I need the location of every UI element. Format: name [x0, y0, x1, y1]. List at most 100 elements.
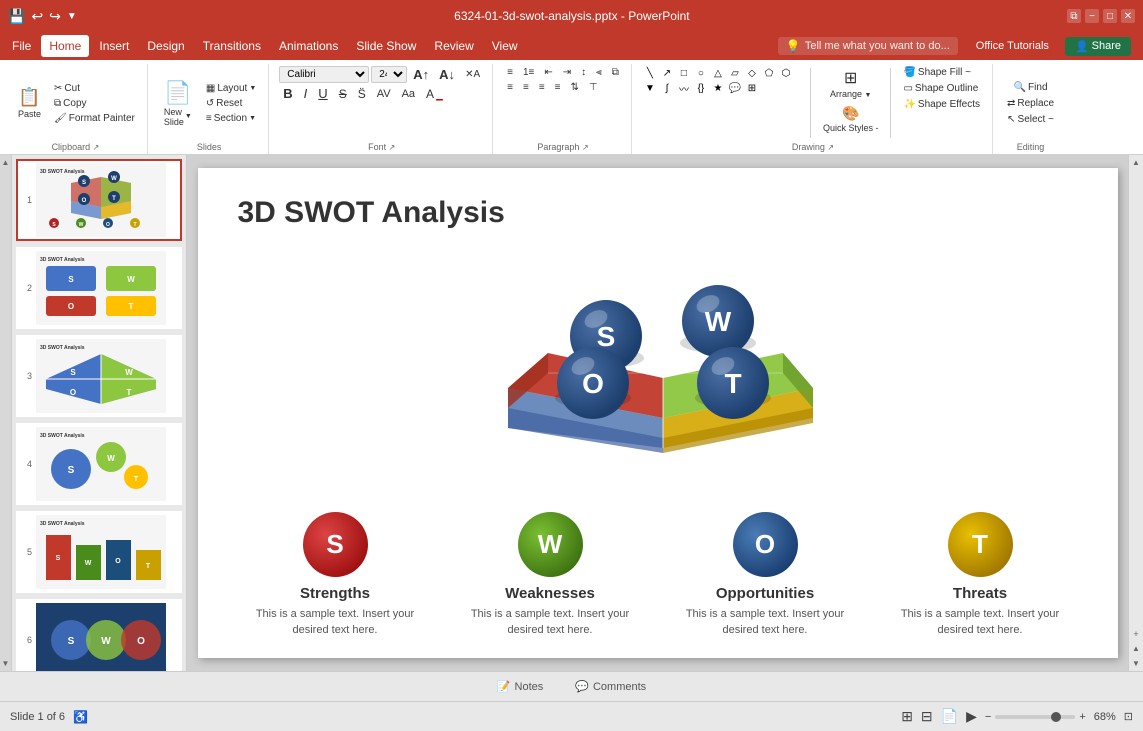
increase-font-button[interactable]: A↑	[409, 66, 433, 83]
save-icon[interactable]: 💾	[8, 8, 25, 25]
undo-icon[interactable]: ↩	[31, 8, 43, 25]
slide-thumb-4[interactable]: 4 3D SWOT Analysis S W T	[16, 423, 182, 505]
shape-equation-btn[interactable]: ⊞	[744, 81, 760, 95]
shape-callout-btn[interactable]: 💬	[727, 81, 743, 95]
cut-button[interactable]: ✂ Cut	[50, 82, 139, 95]
section-button[interactable]: ≡ Section ▼	[202, 112, 260, 125]
slide-thumb-2[interactable]: 2 3D SWOT Analysis S W O T	[16, 247, 182, 329]
slide-thumb-1[interactable]: 1 3D SWOT Analysis S W O	[16, 159, 182, 241]
quick-styles-button[interactable]: 🎨 Quick Styles -	[819, 103, 883, 135]
shape-parallelogram-btn[interactable]: ▱	[727, 66, 743, 80]
office-tutorials-button[interactable]: Office Tutorials	[968, 36, 1057, 56]
shape-circle-btn[interactable]: ○	[693, 66, 709, 80]
tell-me-input[interactable]: 💡 Tell me what you want to do...	[778, 37, 958, 55]
align-right-button[interactable]: ≡	[535, 81, 549, 94]
shape-more-btn[interactable]: ▼	[642, 81, 658, 95]
shape-line-btn[interactable]: ╲	[642, 66, 658, 80]
arrange-button[interactable]: ⊞ Arrange ▼	[826, 66, 875, 101]
notes-button[interactable]: 📝 Notes	[491, 678, 549, 695]
scroll-right-up-btn[interactable]: ▲	[1129, 641, 1143, 656]
minimize-button[interactable]: −	[1085, 9, 1099, 23]
increase-indent-button[interactable]: ⇥	[559, 66, 575, 79]
zoom-out-button[interactable]: −	[985, 711, 991, 723]
font-size-select[interactable]: 24	[371, 66, 407, 83]
select-button[interactable]: ↖ Select ~	[1003, 113, 1058, 126]
accessibility-icon[interactable]: ♿	[73, 710, 88, 724]
font-name-select[interactable]: Calibri	[279, 66, 369, 83]
slide-sorter-button[interactable]: ⊟	[921, 708, 933, 725]
menu-review[interactable]: Review	[426, 35, 481, 57]
replace-button[interactable]: ⇄ Replace	[1003, 97, 1058, 110]
maximize-button[interactable]: □	[1103, 9, 1117, 23]
vertical-scrollbar[interactable]: ▲ + ▲ ▼	[1128, 155, 1143, 671]
scroll-down-btn[interactable]: ▼	[1129, 656, 1143, 671]
menu-slide-show[interactable]: Slide Show	[348, 35, 424, 57]
align-left-button[interactable]: ≡	[503, 81, 517, 94]
shape-rect-btn[interactable]: □	[676, 66, 692, 80]
scroll-right-add-btn[interactable]: +	[1129, 626, 1143, 641]
menu-transitions[interactable]: Transitions	[195, 35, 269, 57]
shape-outline-button[interactable]: ▭ Shape Outline	[899, 82, 984, 95]
shape-bracket-btn[interactable]: {}	[693, 81, 709, 95]
menu-home[interactable]: Home	[41, 35, 89, 57]
shape-curve-btn[interactable]: ∫	[659, 81, 675, 95]
shape-arrow-btn[interactable]: ↗	[659, 66, 675, 80]
bullets-button[interactable]: ≡	[503, 66, 517, 79]
restore-icon[interactable]: ⧉	[1067, 9, 1081, 23]
text-direction-button[interactable]: ⇅	[567, 81, 583, 94]
menu-file[interactable]: File	[4, 35, 39, 57]
reset-button[interactable]: ↺ Reset	[202, 97, 260, 110]
columns-button[interactable]: ⫷	[592, 66, 606, 79]
copy-button[interactable]: ⧉ Copy	[50, 97, 139, 110]
slide-show-button[interactable]: ▶	[966, 708, 977, 725]
customize-icon[interactable]: ▼	[67, 11, 77, 22]
slide-thumb-5[interactable]: 5 3D SWOT Analysis S W O T	[16, 511, 182, 593]
zoom-slider-thumb[interactable]	[1051, 712, 1061, 722]
italic-button[interactable]: I	[300, 85, 312, 102]
zoom-control[interactable]: − +	[985, 711, 1086, 723]
strikethrough-button[interactable]: S	[335, 86, 351, 102]
menu-view[interactable]: View	[484, 35, 526, 57]
new-slide-button[interactable]: 📄 NewSlide ▼	[158, 77, 198, 130]
comments-button[interactable]: 💬 Comments	[569, 678, 652, 695]
redo-icon[interactable]: ↪	[49, 8, 61, 25]
paste-button[interactable]: 📋 Paste	[12, 84, 47, 122]
shadow-button[interactable]: S̈	[354, 86, 370, 102]
normal-view-button[interactable]: ⊞	[901, 708, 913, 725]
font-color-button[interactable]: A_	[422, 86, 447, 102]
shape-fill-button[interactable]: 🪣 Shape Fill ~	[899, 66, 984, 79]
bold-button[interactable]: B	[279, 85, 296, 102]
close-button[interactable]: ✕	[1121, 9, 1135, 23]
quick-access-toolbar[interactable]: 💾 ↩ ↪ ▼	[8, 8, 77, 25]
justify-button[interactable]: ≡	[551, 81, 565, 94]
underline-button[interactable]: U	[314, 85, 331, 102]
char-spacing-button[interactable]: AV	[373, 87, 395, 101]
format-painter-button[interactable]: 🖌 Format Painter	[50, 112, 139, 125]
smart-art-button[interactable]: ⧉	[608, 66, 623, 79]
shape-triangle-btn[interactable]: △	[710, 66, 726, 80]
zoom-in-button[interactable]: +	[1079, 711, 1085, 723]
layout-button[interactable]: ▦ Layout ▼	[202, 82, 260, 95]
change-case-button[interactable]: Aa	[398, 87, 419, 101]
zoom-slider[interactable]	[995, 715, 1075, 719]
reading-view-button[interactable]: 📄	[941, 708, 958, 725]
shape-diamond-btn[interactable]: ◇	[744, 66, 760, 80]
decrease-indent-button[interactable]: ⇤	[540, 66, 556, 79]
menu-insert[interactable]: Insert	[91, 35, 137, 57]
scroll-up-btn[interactable]: ▲	[1129, 155, 1143, 170]
shape-pentagon-btn[interactable]: ⬠	[761, 66, 777, 80]
shape-effects-button[interactable]: ✨ Shape Effects	[899, 98, 984, 111]
slide-panel-scrollbar[interactable]: ▲ ▼	[0, 155, 12, 671]
slide-thumb-3[interactable]: 3 3D SWOT Analysis S W O T	[16, 335, 182, 417]
window-controls[interactable]: ⧉ − □ ✕	[1067, 9, 1135, 23]
find-button[interactable]: 🔍 Find	[1010, 81, 1052, 94]
menu-animations[interactable]: Animations	[271, 35, 346, 57]
line-spacing-button[interactable]: ↕	[577, 66, 590, 79]
fit-page-button[interactable]: ⊡	[1124, 710, 1133, 723]
align-text-button[interactable]: ⊤	[585, 81, 602, 94]
shape-freeform-btn[interactable]: 〰	[676, 81, 692, 95]
clear-formatting-button[interactable]: ✕A	[461, 68, 484, 81]
shape-star-btn[interactable]: ★	[710, 81, 726, 95]
align-center-button[interactable]: ≡	[519, 81, 533, 94]
slide-thumb-6[interactable]: 6 S W O	[16, 599, 182, 671]
